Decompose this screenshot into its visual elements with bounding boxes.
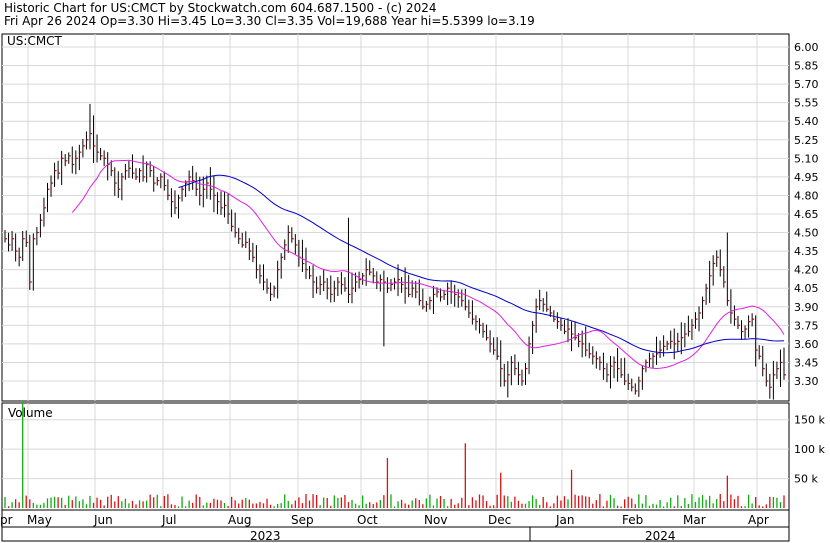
- price-tick-label: 4.20: [794, 264, 819, 277]
- price-tick-label: 3.90: [794, 301, 819, 314]
- price-tick-label: 3.75: [794, 319, 819, 332]
- chart-quote-line: Fri Apr 26 2024 Op=3.30 Hi=3.45 Lo=3.30 …: [4, 14, 535, 28]
- price-tick-label: 5.10: [794, 152, 819, 165]
- month-label: Jul: [161, 513, 176, 527]
- price-tick-label: 3.45: [794, 356, 819, 369]
- month-label: pr: [0, 513, 13, 527]
- volume-tick-label: 150 k: [794, 414, 825, 427]
- symbol-label: US:CMCT: [7, 34, 63, 48]
- volume-tick-label: 100 k: [794, 443, 825, 456]
- month-label: Sep: [291, 513, 314, 527]
- volume-y-axis: 150 k 100 k 50 k: [794, 414, 825, 486]
- volume-tick-label: 50 k: [794, 473, 818, 486]
- month-label: Dec: [488, 513, 511, 527]
- year-label: 2024: [645, 529, 676, 543]
- price-tick-label: 4.35: [794, 245, 819, 258]
- price-tick-label: 3.30: [794, 375, 819, 388]
- month-label: Aug: [228, 513, 251, 527]
- price-tick-label: 6.00: [794, 41, 819, 54]
- price-tick-label: 5.40: [794, 115, 819, 128]
- price-tick-label: 4.80: [794, 189, 819, 202]
- month-label: Jan: [555, 513, 575, 527]
- price-tick-label: 5.25: [794, 134, 819, 147]
- month-label: Nov: [424, 513, 447, 527]
- price-y-axis: 6.00 5.85 5.70 5.55 5.40 5.25 5.10 4.95 4.80 4.65…: [794, 41, 819, 388]
- month-label: Feb: [622, 513, 643, 527]
- price-tick-label: 4.65: [794, 208, 819, 221]
- month-label: May: [27, 513, 52, 527]
- chart-title: Historic Chart for US:CMCT by Stockwatch…: [4, 1, 436, 15]
- price-tick-label: 5.70: [794, 78, 819, 91]
- month-label: Mar: [683, 513, 706, 527]
- volume-panel: [1, 402, 790, 511]
- price-tick-label: 4.95: [794, 171, 819, 184]
- price-tick-label: 4.50: [794, 227, 819, 240]
- stock-chart: Historic Chart for US:CMCT by Stockwatch…: [0, 1, 825, 543]
- price-tick-label: 5.55: [794, 97, 819, 110]
- month-label: Apr: [748, 513, 769, 527]
- volume-label: Volume: [8, 406, 53, 420]
- month-label: Jun: [93, 513, 113, 527]
- price-tick-label: 3.60: [794, 338, 819, 351]
- price-tick-label: 5.85: [794, 60, 819, 73]
- month-label: Oct: [357, 513, 378, 527]
- year-label: 2023: [250, 529, 281, 543]
- price-tick-label: 4.05: [794, 282, 819, 295]
